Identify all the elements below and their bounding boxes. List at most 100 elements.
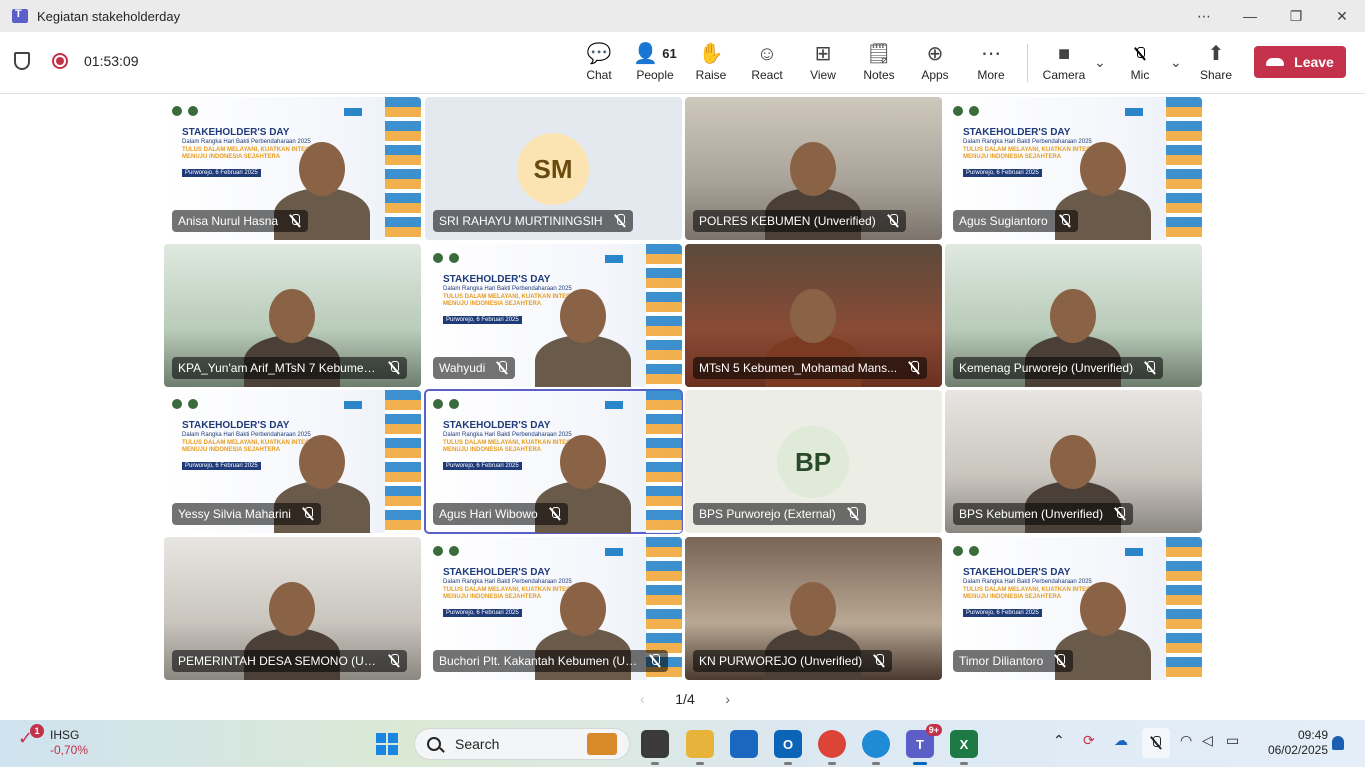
search-placeholder: Search <box>455 736 500 752</box>
participant-tile[interactable]: STAKEHOLDER'S DAY Dalam Rangka Hari Bakti… <box>424 389 683 534</box>
participant-tile[interactable]: STAKEHOLDER'S DAY Dalam Rangka Hari Bakti… <box>425 244 682 387</box>
slide-logos <box>433 396 633 409</box>
participant-tile[interactable]: STAKEHOLDER'S DAY Dalam Rangka Hari Bakti… <box>425 537 682 680</box>
chat-button[interactable]: 💬 Chat <box>571 42 627 86</box>
close-button[interactable]: ✕ <box>1319 0 1365 32</box>
participant-tile[interactable]: Kemenag Purworejo (Unverified) <box>945 244 1202 387</box>
participant-name: Agus Sugiantoro <box>959 214 1048 228</box>
previous-page-icon[interactable]: ‹ <box>640 691 645 707</box>
clock-time: 09:49 <box>1297 728 1328 742</box>
slide-logos <box>172 396 372 409</box>
participant-name-tag: Buchori Plt. Kakantah Kebumen (Un... <box>433 650 668 672</box>
window-title: Kegiatan stakeholderday <box>37 8 181 24</box>
mic-muted-icon <box>1059 214 1071 228</box>
participant-tile[interactable]: SM SRI RAHAYU MURTININGSIH <box>425 97 682 240</box>
participant-avatar: SM <box>517 133 589 205</box>
camera-options-chevron-icon[interactable]: ⌄ <box>1094 54 1106 71</box>
excel-icon[interactable]: X <box>950 730 978 765</box>
more-button[interactable]: ⋯ More <box>963 42 1019 86</box>
share-button[interactable]: ⬆ Share <box>1188 42 1244 86</box>
participant-head <box>269 289 315 343</box>
slide-decoration <box>385 390 421 533</box>
mic-options-chevron-icon[interactable]: ⌄ <box>1170 54 1182 71</box>
participant-name: BPS Purworejo (External) <box>699 507 836 521</box>
people-button[interactable]: 👤 61 People <box>627 42 683 86</box>
maximize-button[interactable]: ❐ <box>1273 0 1319 32</box>
teams-taskbar-icon[interactable]: T 9+ <box>906 724 942 765</box>
participant-tile[interactable]: KPA_Yun'am Arif_MTsN 7 Kebumen... <box>164 244 421 387</box>
participant-name-tag: Timor Diliantoro <box>953 650 1074 672</box>
participant-tile[interactable]: MTsN 5 Kebumen_Mohamad Mans... <box>685 244 942 387</box>
participant-tile[interactable]: BPS Kebumen (Unverified) <box>945 390 1202 533</box>
chevron-up-icon[interactable]: ⌃ <box>1053 732 1065 749</box>
page-indicator: 1/4 <box>675 691 695 707</box>
raise-hand-button[interactable]: ✋ Raise <box>683 42 739 86</box>
participant-tile[interactable]: KN PURWOREJO (Unverified) <box>685 537 942 680</box>
title-bar: Kegiatan stakeholderday ⋯ — ❐ ✕ <box>0 0 1365 32</box>
mic-muted-icon <box>388 654 400 668</box>
participant-tile[interactable]: POLRES KEBUMEN (Unverified) <box>685 97 942 240</box>
sync-icon[interactable]: ⟳ <box>1083 732 1095 749</box>
participant-name: MTsN 5 Kebumen_Mohamad Mans... <box>699 361 898 375</box>
chrome-icon[interactable] <box>818 730 846 765</box>
taskbar-search-box[interactable]: Search <box>414 728 630 760</box>
camera-button[interactable]: ■ Camera <box>1036 42 1092 86</box>
participant-name: KPA_Yun'am Arif_MTsN 7 Kebumen... <box>178 361 381 375</box>
onedrive-icon[interactable]: ☁ <box>1114 732 1128 749</box>
participant-tile[interactable]: STAKEHOLDER'S DAY Dalam Rangka Hari Bakti… <box>945 537 1202 680</box>
participant-head <box>1080 582 1126 636</box>
slide-text: Purworejo, 6 Februari 2025 <box>182 169 261 177</box>
windows-taskbar: ✓ 1 IHSG -0,70% Search O T 9+ X ⌃ ⟳ ☁ ◠ ◁ … <box>0 720 1365 767</box>
briefcase-icon <box>587 733 617 755</box>
windows-start-icon[interactable] <box>376 733 398 755</box>
edge-icon[interactable] <box>862 730 890 765</box>
participant-name: Yessy Silvia Maharini <box>178 507 291 521</box>
participant-tile[interactable]: STAKEHOLDER'S DAY Dalam Rangka Hari Bakti… <box>164 97 421 240</box>
shield-icon[interactable] <box>14 52 30 70</box>
participant-name-tag: Agus Sugiantoro <box>953 210 1078 232</box>
participant-name-tag: BPS Purworejo (External) <box>693 503 866 525</box>
system-clock[interactable]: 09:49 06/02/2025 <box>1258 728 1328 758</box>
video-grid: STAKEHOLDER'S DAY Dalam Rangka Hari Bakti… <box>0 95 1365 720</box>
participant-head <box>560 289 606 343</box>
file-explorer-icon[interactable] <box>686 730 714 765</box>
mic-button[interactable]: Mic <box>1112 42 1168 86</box>
stock-name: IHSG <box>50 728 80 742</box>
mic-muted-icon <box>302 507 314 521</box>
microsoft-store-icon[interactable] <box>730 730 758 758</box>
view-button[interactable]: ⊞ View <box>795 42 851 86</box>
mic-muted-tray-icon[interactable] <box>1142 728 1170 758</box>
participant-head <box>1050 435 1096 489</box>
plus-square-icon: ⊕ <box>926 43 944 65</box>
more-options-icon[interactable]: ⋯ <box>1181 0 1227 32</box>
apps-button[interactable]: ⊕ Apps <box>907 42 963 86</box>
battery-icon[interactable]: ▭ <box>1226 732 1239 749</box>
participant-tile[interactable]: STAKEHOLDER'S DAY Dalam Rangka Hari Bakti… <box>164 390 421 533</box>
participant-name-tag: PEMERINTAH DESA SEMONO (Unv... <box>172 650 407 672</box>
notification-bell-icon[interactable] <box>1332 736 1344 750</box>
speaker-icon[interactable]: ◁ <box>1202 732 1213 749</box>
task-view-icon[interactable] <box>641 730 669 765</box>
outlook-icon[interactable]: O <box>774 730 802 765</box>
stock-widget[interactable]: ✓ 1 IHSG -0,70% <box>18 724 89 758</box>
smiley-icon: ☺ <box>756 43 778 65</box>
leave-button[interactable]: Leave <box>1254 46 1346 78</box>
participant-name-tag: POLRES KEBUMEN (Unverified) <box>693 210 906 232</box>
react-button[interactable]: ☺ React <box>739 42 795 86</box>
notification-badge: 1 <box>30 724 44 738</box>
participant-name: Agus Hari Wibowo <box>439 507 538 521</box>
participant-name: KN PURWOREJO (Unverified) <box>699 654 863 668</box>
stock-change: -0,70% <box>50 743 89 757</box>
slide-text: Purworejo, 6 Februari 2025 <box>963 169 1042 177</box>
slide-text: STAKEHOLDER'S DAY <box>182 420 290 431</box>
participant-tile[interactable]: STAKEHOLDER'S DAY Dalam Rangka Hari Bakti… <box>945 97 1202 240</box>
participant-tile[interactable]: BP BPS Purworejo (External) <box>685 390 942 533</box>
next-page-icon[interactable]: › <box>725 691 730 707</box>
participant-tile[interactable]: PEMERINTAH DESA SEMONO (Unv... <box>164 537 421 680</box>
notes-button[interactable]: 🗒 Notes <box>851 42 907 86</box>
wifi-icon[interactable]: ◠ <box>1180 732 1192 749</box>
recording-icon[interactable] <box>52 53 68 69</box>
minimize-button[interactable]: — <box>1227 0 1273 32</box>
slide-text: STAKEHOLDER'S DAY <box>443 274 551 285</box>
participant-name-tag: SRI RAHAYU MURTININGSIH <box>433 210 633 232</box>
